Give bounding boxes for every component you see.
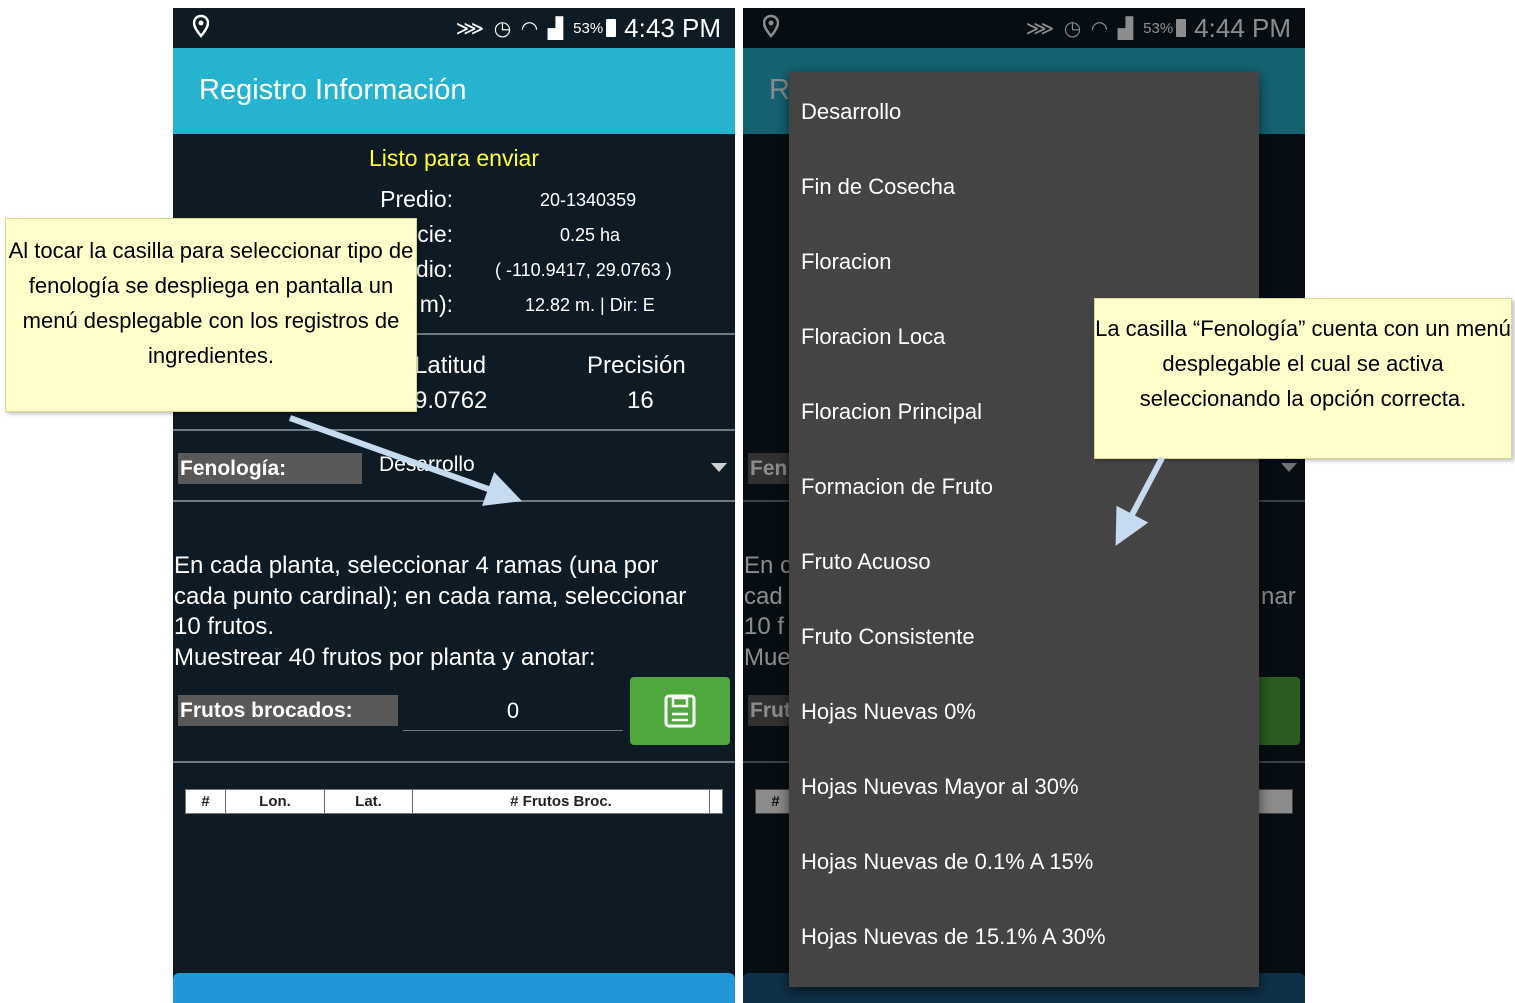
column-header: Lat. xyxy=(325,790,413,813)
divider xyxy=(173,500,735,502)
dropdown-option[interactable]: Floracion Principal xyxy=(801,399,982,425)
page-title: Registro Información xyxy=(199,74,467,106)
instructions-line: Muestrear 40 frutos por planta y anotar: xyxy=(174,643,596,671)
divider xyxy=(173,761,735,763)
frutos-brocados-input[interactable]: 0 xyxy=(403,698,623,731)
divider xyxy=(173,429,735,431)
dropdown-option[interactable]: Fruto Consistente xyxy=(801,624,975,650)
dropdown-option[interactable]: Formacion de Fruto xyxy=(801,474,993,500)
annotation-callout-right: La casilla “Fenología” cuenta con un men… xyxy=(1094,298,1512,459)
frutos-brocados-label: Frutos brocados: xyxy=(178,695,398,726)
annotation-callout-left: Al tocar la casilla para seleccionar tip… xyxy=(5,218,417,412)
clock: 4:43 PM xyxy=(624,12,721,43)
app-bar: Registro Información xyxy=(173,48,735,134)
predio-value: 20-1340359 xyxy=(540,190,637,210)
dropdown-option[interactable]: Hojas Nuevas de 0.1% A 15% xyxy=(801,849,1093,875)
dropdown-option[interactable]: Fin de Cosecha xyxy=(801,174,955,200)
dropdown-option[interactable]: Floracion Loca xyxy=(801,324,945,350)
instructions-line: En cada planta, seleccionar 4 ramas (una… xyxy=(174,552,659,579)
battery-indicator: 53% xyxy=(573,19,617,37)
dropdown-option[interactable]: Hojas Nuevas Mayor al 30% xyxy=(801,774,1079,800)
column-spacer xyxy=(710,790,722,813)
centroide-value: ( -110.9417, 29.0763 ) xyxy=(495,260,672,280)
status-bar: ⋙ ◷ ◠ ▟ 53% 4:43 PM xyxy=(173,8,735,48)
fenologia-label: Fenología: xyxy=(178,453,362,484)
predio-label: Predio: xyxy=(380,186,453,212)
distancia-value: 12.82 m. | Dir: E xyxy=(525,295,655,315)
instructions-line: 10 frutos. xyxy=(174,613,275,640)
save-icon xyxy=(664,694,696,728)
status-ready-text: Listo para enviar xyxy=(368,145,540,171)
left-phone-screen: ⋙ ◷ ◠ ▟ 53% 4:43 PM Registro Información… xyxy=(173,8,735,1003)
precision-value: 16 xyxy=(627,387,654,414)
precision-header: Precisión xyxy=(587,352,686,379)
chevron-down-icon[interactable] xyxy=(711,463,727,472)
latitud-value: 9.0762 xyxy=(414,387,488,414)
records-table-header: # Lon. Lat. # Frutos Broc. xyxy=(185,789,723,814)
dropdown-option[interactable]: Hojas Nuevas 0% xyxy=(801,699,976,725)
column-header: # xyxy=(186,790,226,813)
battery-percent: 53% xyxy=(573,19,604,37)
column-header: Lon. xyxy=(226,790,325,813)
dropdown-option[interactable]: Desarrollo xyxy=(801,99,901,125)
battery-icon xyxy=(606,19,617,37)
instructions-line: cada punto cardinal); en cada rama, sele… xyxy=(174,582,687,610)
right-phone-screen: ⋙ ◷ ◠ ▟ 53% 4:44 PM R Fen En c cad 10 f … xyxy=(743,8,1305,1003)
latitud-header: Latitud xyxy=(414,352,487,379)
send-button[interactable] xyxy=(173,973,735,1003)
column-header: # Frutos Broc. xyxy=(413,790,710,813)
superficie-value: 0.25 ha xyxy=(560,225,621,245)
dropdown-option[interactable]: Floracion xyxy=(801,249,891,275)
dropdown-option[interactable]: Hojas Nuevas de 15.1% A 30% xyxy=(801,924,1106,950)
dropdown-option[interactable]: Fruto Acuoso xyxy=(801,549,931,575)
instructions-text: En cada planta, seleccionar 4 ramas (una… xyxy=(174,551,734,673)
fenologia-dropdown-menu: Desarrollo Fin de Cosecha Floracion Flor… xyxy=(789,72,1259,987)
mute-alarm-wifi-signal-icons: ⋙ ◷ ◠ ▟ xyxy=(455,17,566,40)
location-icon xyxy=(193,14,209,38)
fenologia-select[interactable]: Desarrollo xyxy=(379,453,475,477)
save-button[interactable] xyxy=(630,677,730,745)
